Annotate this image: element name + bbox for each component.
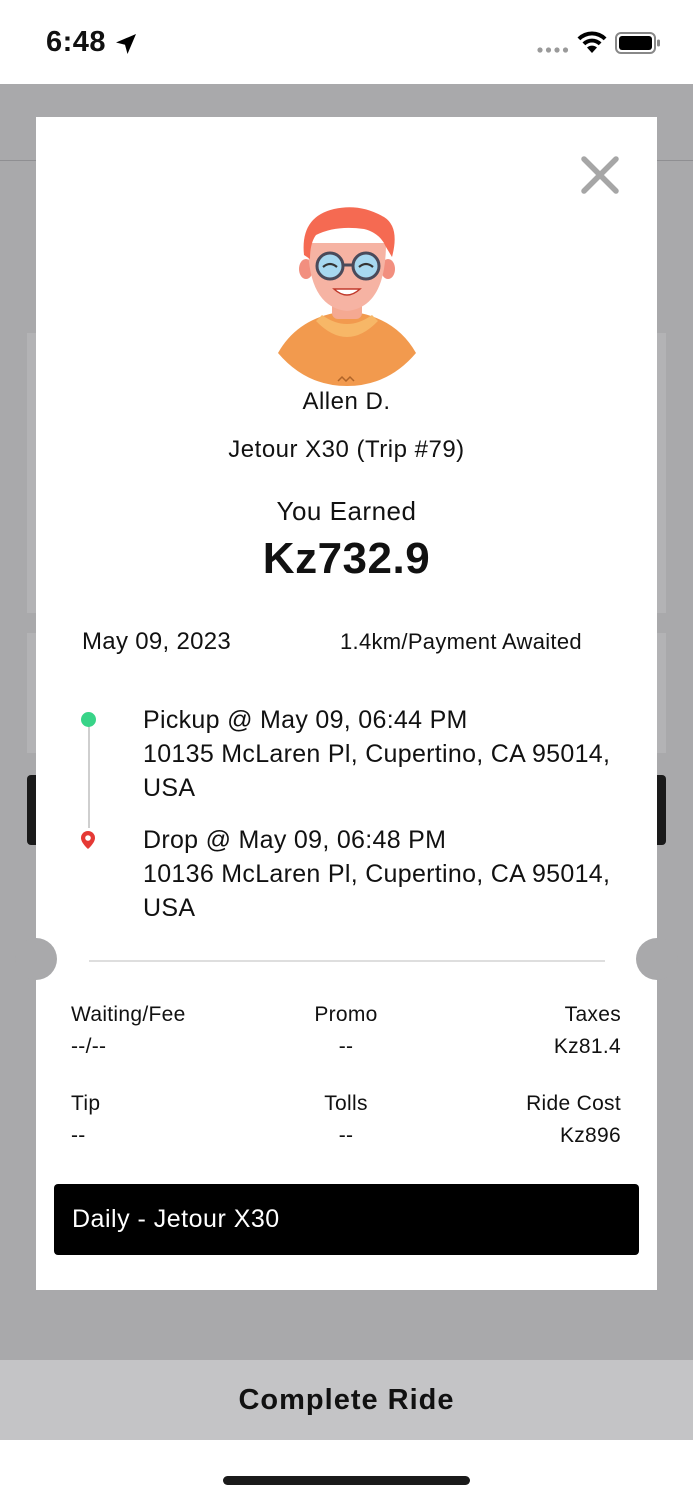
earned-amount: Kz732.9 bbox=[262, 534, 431, 583]
taxes-label: Taxes bbox=[564, 1003, 621, 1026]
pickup-stop: Pickup @ May 09, 06:44 PM 10135 McLaren … bbox=[143, 703, 623, 805]
trip-date: May 09, 2023 bbox=[82, 628, 232, 655]
battery-icon bbox=[615, 32, 660, 54]
waiting-fee-cell: Waiting/Fee --/-- bbox=[71, 999, 186, 1063]
fare-divider bbox=[89, 960, 605, 962]
home-indicator[interactable] bbox=[223, 1476, 470, 1485]
signal-icon bbox=[537, 47, 569, 53]
pickup-address: 10135 McLaren Pl, Cupertino, CA 95014, U… bbox=[143, 740, 611, 802]
tolls-value: -- bbox=[338, 1124, 354, 1147]
drop-address: 10136 McLaren Pl, Cupertino, CA 95014, U… bbox=[143, 860, 611, 922]
pickup-dot-icon bbox=[81, 712, 96, 727]
ride-cost-value: Kz896 bbox=[559, 1124, 621, 1147]
waiting-fee-label: Waiting/Fee bbox=[71, 1003, 186, 1026]
drop-stop: Drop @ May 09, 06:48 PM 10136 McLaren Pl… bbox=[143, 823, 623, 925]
tip-label: Tip bbox=[71, 1092, 101, 1115]
tolls-label: Tolls bbox=[324, 1092, 368, 1115]
driver-avatar bbox=[278, 207, 416, 386]
route-line bbox=[88, 726, 90, 828]
location-arrow-icon bbox=[116, 34, 136, 54]
ride-cost-cell: Ride Cost Kz896 bbox=[421, 1088, 621, 1152]
ride-cost-label: Ride Cost bbox=[526, 1092, 621, 1115]
vehicle-trip: Jetour X30 (Trip #79) bbox=[228, 436, 465, 463]
home-area bbox=[0, 1440, 693, 1500]
close-icon[interactable] bbox=[580, 155, 620, 195]
promo-cell: Promo -- bbox=[246, 999, 446, 1063]
drop-pin-icon bbox=[81, 831, 95, 849]
driver-name: Allen D. bbox=[302, 388, 391, 415]
status-bar: 6:48 bbox=[0, 0, 693, 84]
tip-cell: Tip -- bbox=[71, 1088, 100, 1152]
waiting-fee-value: --/-- bbox=[71, 1035, 107, 1058]
promo-label: Promo bbox=[314, 1003, 378, 1026]
tolls-cell: Tolls -- bbox=[246, 1088, 446, 1152]
earned-label: You Earned bbox=[276, 496, 417, 526]
promo-value: -- bbox=[338, 1035, 354, 1058]
taxes-cell: Taxes Kz81.4 bbox=[421, 999, 621, 1063]
taxes-value: Kz81.4 bbox=[553, 1035, 621, 1058]
pickup-title: Pickup @ May 09, 06:44 PM bbox=[143, 706, 468, 734]
complete-ride-button[interactable]: Complete Ride bbox=[0, 1360, 693, 1440]
tip-value: -- bbox=[71, 1124, 86, 1147]
trip-distance-status: 1.4km/Payment Awaited bbox=[340, 629, 582, 654]
complete-ride-label: Complete Ride bbox=[238, 1383, 455, 1416]
wifi-icon bbox=[577, 31, 607, 53]
drop-title: Drop @ May 09, 06:48 PM bbox=[143, 826, 447, 854]
plan-button[interactable]: Daily - Jetour X30 bbox=[54, 1184, 639, 1255]
ticket-notch-right bbox=[636, 938, 678, 980]
ticket-notch-left bbox=[15, 938, 57, 980]
status-time: 6:48 bbox=[46, 26, 107, 58]
